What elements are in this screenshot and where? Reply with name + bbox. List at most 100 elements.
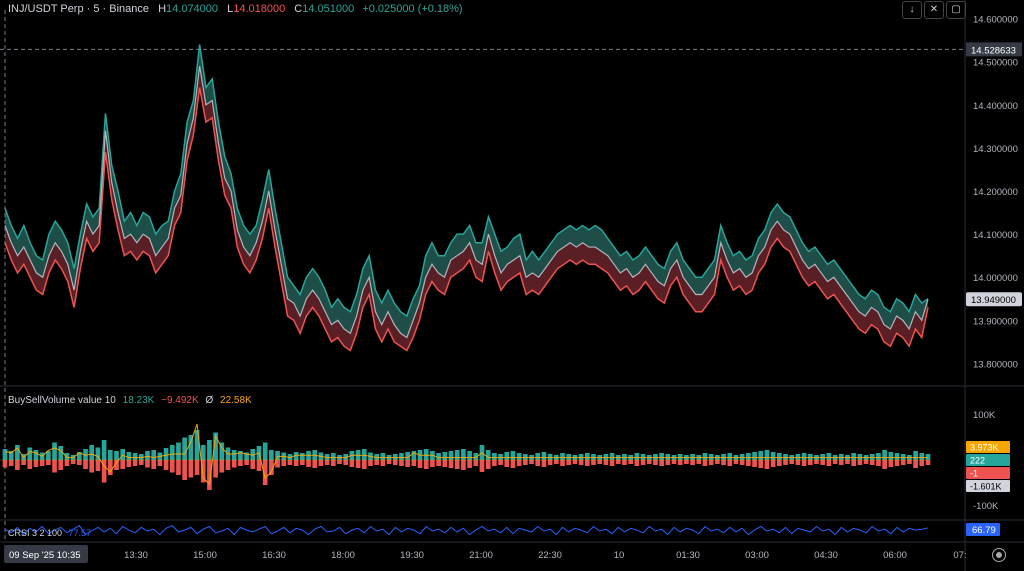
volume-indicator-title[interactable]: BuySellVolume value 10 18.23K −9.492K Ø … <box>8 395 252 406</box>
volume-buy-bar <box>739 454 745 460</box>
time-tick-label: 18:00 <box>331 550 355 561</box>
volume-sell-bar <box>417 460 423 468</box>
volume-sell-bar <box>677 460 683 465</box>
time-tick-label: 01:30 <box>676 550 700 561</box>
time-tick-label: 06:00 <box>883 550 907 561</box>
volume-sell-bar <box>653 460 658 465</box>
volume-sell-bar <box>715 460 720 464</box>
volume-buy-bar <box>380 453 386 460</box>
price-band-lower <box>5 66 928 351</box>
volume-buy-bar <box>269 450 274 460</box>
volume-buy-bar <box>882 450 887 460</box>
volume-sell-bar <box>529 460 534 464</box>
expand-icon[interactable]: ✕ <box>924 1 944 19</box>
crsi-indicator-title[interactable]: CRSI 3 2 100 77.57 <box>8 528 91 538</box>
volume-sell-bar <box>318 460 324 466</box>
volume-sell-bar <box>907 460 912 464</box>
crosshair-price-text: 14.528633 <box>971 45 1016 56</box>
volume-sell-bar <box>498 460 503 465</box>
volume-sell-bar <box>869 460 875 465</box>
volume-sell-bar <box>634 460 640 466</box>
price-band-upper <box>5 44 928 338</box>
volume-buy-bar <box>182 437 187 460</box>
low-value: 14.018000 <box>233 3 286 15</box>
volume-buy-bar <box>677 454 683 460</box>
volume-sell-bar <box>777 460 782 466</box>
volume-buy-bar <box>913 451 918 460</box>
crsi-value: 77.57 <box>68 528 92 538</box>
volume-sell-bar <box>894 460 900 466</box>
volume-buy-bar <box>541 452 547 460</box>
crsi-title: CRSI 3 2 100 <box>8 528 63 538</box>
price-tick-label: 14.200000 <box>973 187 1018 198</box>
volume-sell-bar <box>349 460 355 467</box>
volume-sell-bar <box>584 460 590 466</box>
volume-buy-bar <box>461 449 466 460</box>
volume-buy-bar <box>578 454 584 460</box>
volume-sell-bar <box>343 460 349 465</box>
volume-sell-bar <box>250 460 256 469</box>
fullscreen-icon[interactable]: ▢ <box>946 1 966 19</box>
volume-sell-bar <box>188 460 194 478</box>
volume-buy-bar <box>448 451 454 460</box>
volume-avg-symbol: Ø <box>205 395 214 406</box>
volume-sell-bar <box>888 460 894 467</box>
volume-sell-bar <box>721 460 726 465</box>
volume-buy-bar <box>392 454 398 460</box>
volume-buy-bar <box>640 454 646 460</box>
volume-sell-bar <box>120 460 126 469</box>
symbol-title[interactable]: INJ/USDT Perp · 5 · Binance <box>8 3 149 15</box>
volume-sell-bar <box>225 460 231 470</box>
volume-sell-bar <box>925 460 931 465</box>
close-value: 14.051000 <box>302 3 355 15</box>
volume-sell-bar <box>615 460 621 464</box>
volume-buy-bar <box>727 453 733 460</box>
volume-sell-bar <box>95 460 101 471</box>
settings-gear-icon[interactable] <box>992 548 1006 562</box>
volume-sell-bar <box>739 460 745 465</box>
volume-avg-value: 22.58K <box>220 395 252 406</box>
volume-sell-bar <box>671 460 677 464</box>
volume-sell-bar <box>442 460 448 467</box>
time-tick-label: 15:00 <box>193 550 217 561</box>
volume-sell-bar <box>690 460 695 465</box>
chart-header: INJ/USDT Perp · 5 · Binance H14.074000 L… <box>8 3 463 15</box>
volume-sell-bar <box>838 460 844 465</box>
volume-buy-bar <box>820 454 826 460</box>
volume-sell-bar <box>702 460 708 466</box>
volume-buy-bar <box>609 453 615 460</box>
volume-sell-bar <box>448 460 454 468</box>
volume-buy-bar <box>838 454 844 460</box>
time-tick-label: 03:00 <box>745 550 769 561</box>
volume-sell-bar <box>64 460 70 466</box>
volume-buy-bar <box>361 449 367 460</box>
volume-buy-bar <box>894 453 900 460</box>
volume-sell-bar <box>219 460 225 473</box>
arrow-down-icon[interactable]: ↓ <box>902 1 922 19</box>
volume-badge-text: -1 <box>970 469 978 479</box>
chart-canvas[interactable]: 14.600000 14.500000 14.400000 14.300000 14.2… <box>0 0 1024 571</box>
volume-sell-bar <box>461 460 466 470</box>
volume-buy-bar <box>231 450 237 460</box>
volume-sell-bar <box>467 460 472 468</box>
volume-buy-bar <box>89 445 95 460</box>
volume-sell-bar <box>603 460 609 465</box>
volume-sell-bar <box>628 460 633 464</box>
volume-sell-bar <box>145 460 150 468</box>
volume-buy-bar <box>467 451 472 460</box>
volume-buy-bar <box>101 440 107 460</box>
volume-sell-bar <box>126 460 132 467</box>
volume-sell-bar <box>746 460 751 466</box>
volume-sell-bar <box>355 460 361 468</box>
volume-sell-bar <box>609 460 615 466</box>
volume-sell-bar <box>696 460 702 464</box>
volume-sell-bar <box>789 460 795 464</box>
volume-sell-bar <box>361 460 367 469</box>
volume-buy-bar <box>777 453 782 460</box>
volume-buy-bar <box>888 452 894 460</box>
volume-sell-bar <box>2 460 8 468</box>
volume-sell-bar <box>107 460 113 475</box>
volume-buy-bar <box>262 442 268 460</box>
volume-badge-text: 3.973K <box>970 443 999 453</box>
volume-buy-bar <box>330 453 336 460</box>
